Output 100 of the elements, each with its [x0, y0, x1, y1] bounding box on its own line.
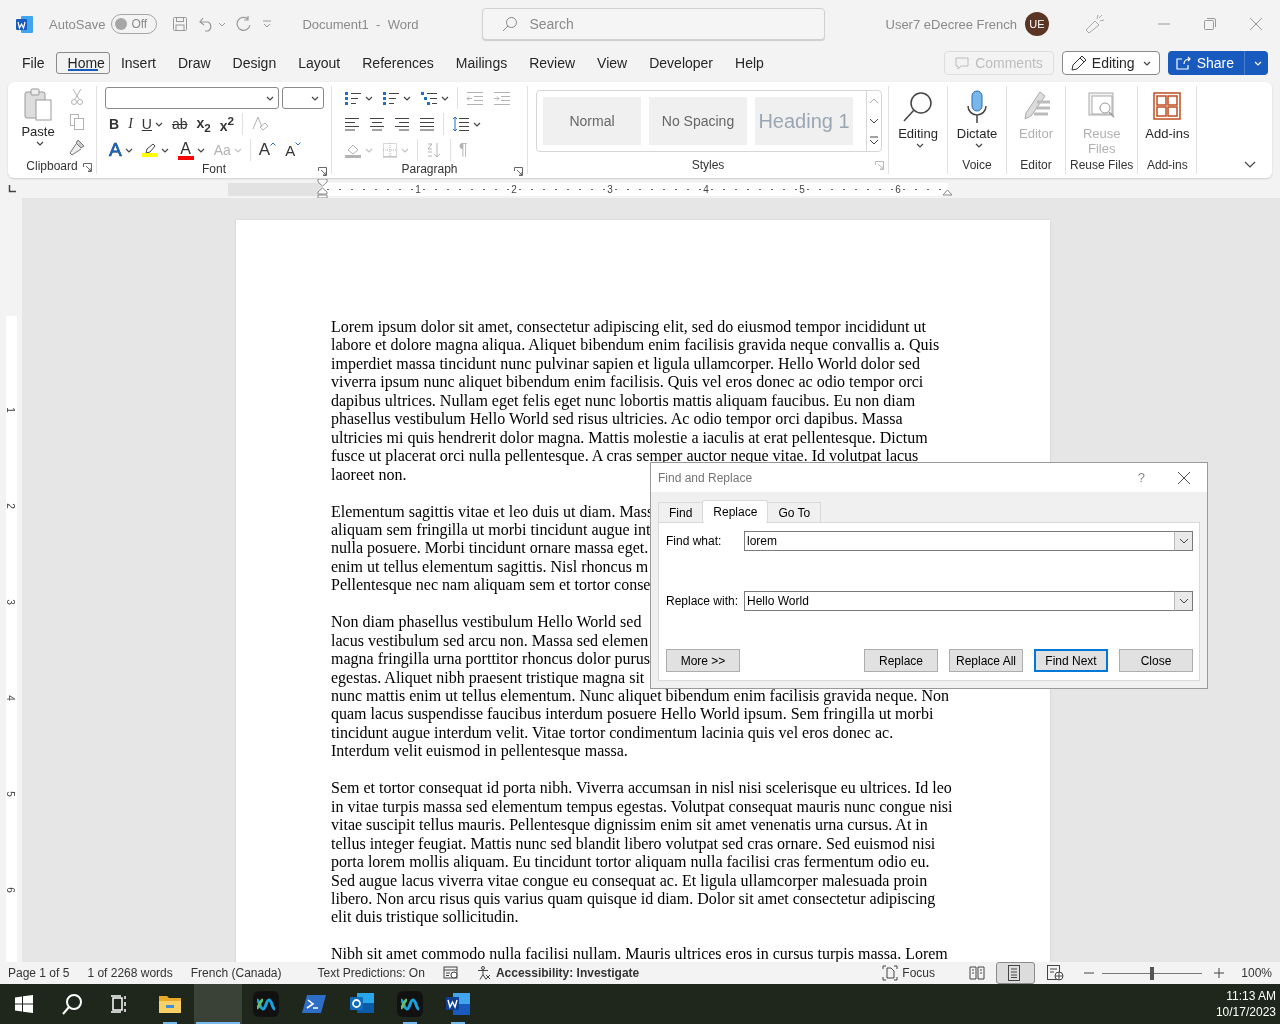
share-button[interactable]: Share [1167, 51, 1268, 75]
text-line: Lorem ipsum dolor sit amet, consectetur adipiscing elit, sed do eiusmod tempor incididunt ut [331, 318, 926, 337]
bold-button[interactable]: B [105, 112, 124, 136]
group-label: Voice [962, 158, 992, 172]
help-button[interactable]: ? [1137, 470, 1145, 485]
text-line: elit duis tristique sollicitudin. [331, 908, 519, 927]
add-ins-button[interactable]: Add-ins [1139, 86, 1196, 156]
autosave-label: AutoSave [49, 16, 106, 32]
dialog-tab[interactable]: Find [658, 502, 704, 522]
menu-tab[interactable]: View [586, 48, 639, 78]
group-label: Paragraph [401, 162, 458, 176]
text-line: Pellentesque nec nam aliquam sem et tortor conse [331, 576, 651, 595]
zoom-level[interactable]: 100% [1240, 966, 1272, 980]
search-field[interactable]: Search [482, 8, 826, 40]
ruler-number: 1 [414, 183, 422, 195]
dialog-button[interactable]: Close [1119, 649, 1193, 672]
text-line: tincidunt augue interdum velit. Vitae tortor condimentum lacinia quis vel eros donec ac. [331, 723, 894, 743]
clock[interactable]: 11:13 AM 10/17/2023 [1215, 988, 1280, 1020]
word-count[interactable]: 1 of 2268 words [87, 966, 173, 980]
dialog-button[interactable]: More >> [666, 649, 740, 672]
dialog-tab[interactable]: Replace [702, 500, 769, 523]
ruler-number: 4 [702, 183, 710, 195]
italic-button[interactable]: I [124, 112, 137, 136]
text-line: tellus integer feugiat. Mattis nunc sed blandit libero volutpat sed cras ornare. Sed euismod nisi [331, 834, 936, 854]
group-label: Reuse Files [1070, 158, 1134, 172]
editing-mode-button[interactable]: Editing [1061, 51, 1160, 75]
clock-time: 11:13 AM [1226, 988, 1276, 1004]
text-line: nulla posuere. Morbi tincidunt ornare massa eget. [331, 539, 649, 558]
page-count[interactable]: Page 1 of 5 [8, 966, 70, 980]
dictate-button[interactable]: Dictate [949, 86, 1005, 156]
group-label: Add-ins [1147, 158, 1188, 172]
focus-button[interactable]: Focus [882, 965, 935, 981]
menu-tab[interactable]: Review [518, 48, 587, 78]
clock-date: 10/17/2023 [1215, 1004, 1276, 1020]
text-line: vitae suscipit tellus mauris. Pellentesque dignissim enim sit amet venenatis urna cursus. At in [331, 816, 928, 835]
group-label: Styles [691, 158, 725, 172]
dialog-button[interactable]: Replace All [949, 649, 1023, 672]
accessibility-status[interactable]: Accessibility: Investigate [476, 966, 640, 980]
text-predictions-status[interactable]: Text Predictions: On [317, 966, 425, 980]
text-line: in vitae turpis massa sed elementum tempus egestas. Volutpat consequat mauris nunc congue nisi [331, 797, 953, 817]
document-title: Document1 - Word [302, 16, 420, 32]
superscript-button[interactable]: x$^{2}$ [215, 112, 239, 136]
text-line: labore et dolore magna aliqua. Aliquet bibendum enim facilisis gravida neque convallis a. Quis [331, 336, 940, 355]
text-line: phasellus vestibulum Hello World sed risus ultricies. Ac odio tempor orci dapibus. Massa [331, 410, 903, 429]
text-line: aliquam sem fringilla ut morbi tincidunt augue int [331, 520, 651, 540]
style-option[interactable]: Normal [543, 97, 641, 145]
dialog-tab[interactable]: Go To [767, 502, 822, 522]
strikethrough-button[interactable]: ab [167, 112, 192, 136]
language-indicator[interactable]: French (Canada) [190, 966, 282, 980]
paste-button[interactable]: Paste [18, 86, 58, 158]
text-line: libero. Non arcu risus quis varius quam quisque id diam. Dolor sit amet consectetur adipiscing [331, 890, 936, 909]
dialog-button[interactable]: Replace [864, 649, 938, 672]
text-line: laoreet non. [331, 465, 407, 485]
text-line: dapibus ultrices. Nullam eget felis eget nunc lobortis mattis aliquam faucibus. Eu non diam [331, 391, 916, 411]
menu-tab[interactable]: Layout [287, 48, 352, 78]
menu-tab[interactable]: Mailings [444, 48, 519, 78]
shrink-font-button[interactable]: A [281, 138, 306, 162]
text-line: Sed augue lacus viverra vitae congue eu consequat ac. Et ligula ullamcorper malesuada proin [331, 871, 928, 890]
text-effects-button[interactable]: A [105, 138, 137, 162]
subscript-button[interactable]: x$_{2}$ [192, 112, 215, 136]
ruler-number: 4 [4, 695, 18, 701]
menu-tab[interactable]: Insert [109, 48, 167, 78]
ruler-number: 2 [510, 183, 518, 195]
menu-tab[interactable]: File [11, 48, 56, 78]
text-line: quam lacus suspendisse faucibus interdum posuere Hello World ipsum. Sem fringilla ut morbi [331, 705, 934, 724]
find-field[interactable]: lorem [744, 531, 1174, 551]
text-line: Nibh sit amet commodo nulla facilisi nullam. Mauris ultrices eros in cursus turpis massa. Lorem [331, 945, 948, 962]
font-color-button[interactable]: A [173, 138, 209, 162]
menu-tab[interactable]: References [351, 48, 445, 78]
user-name: User7 eDecree French [885, 16, 1017, 32]
text-line: imperdiet massa tincidunt nunc pulvinar sapien et ligula ullamcorper. Hello World dolor sed [331, 354, 920, 374]
style-option[interactable]: No Spacing [649, 97, 747, 145]
text-line: porta lorem mollis aliquam. Eu tincidunt tortor aliquam nulla facilisi cras fermentum odio eu. [331, 853, 930, 872]
menu-tab[interactable]: Home [55, 52, 110, 74]
text-line: magna fringilla urna porttitor rhoncus dolor purus [331, 650, 651, 669]
ruler-number: 1 [4, 407, 18, 413]
menu-tab[interactable]: Help [724, 48, 775, 78]
text-line: egestas. Aliquet nibh praesent tristique magna sit [331, 668, 645, 688]
group-label: Clipboard [26, 159, 78, 173]
user-avatar[interactable]: UE [1025, 12, 1049, 36]
menu-tab[interactable]: Design [221, 48, 288, 78]
field-label: Replace with: [666, 594, 740, 608]
text-line: nunc mattis enim ut tellus elementum. Nunc aliquet bibendum enim facilisis gravida neque. Non [331, 687, 950, 706]
group-label: Font [202, 162, 226, 176]
underline-button[interactable]: U [137, 112, 167, 136]
menu-tab[interactable]: Developer [638, 48, 725, 78]
dialog-title: Find and Replace [658, 470, 753, 485]
replace-field[interactable]: Hello World [744, 591, 1174, 611]
text-line: fusce ut placerat orci nulla pellentesque. A cras semper auctor neque vitae. Id volutpat lacus [331, 447, 919, 466]
ruler-number: 5 [798, 183, 806, 195]
ruler-number: 3 [4, 599, 18, 605]
grow-font-button[interactable]: A [254, 138, 281, 162]
dialog-button[interactable]: Find Next [1034, 649, 1108, 672]
menu-tab[interactable]: Draw [166, 48, 222, 78]
text-line: Non diam phasellus vestibulum Hello World sed [331, 613, 642, 632]
text-line: ultricies mi quis hendrerit dolor magna. Mattis molestie a iaculis at erat pellentesque. Dictum [331, 428, 928, 448]
ruler-number: 6 [4, 887, 18, 893]
editing-button[interactable]: Editing [890, 86, 946, 156]
text-line: enim ut tellus elementum sagittis. Nisl rhoncus m [331, 557, 649, 577]
text-line: viverra ipsum nunc aliquet bibendum enim facilisis. Quis vel eros donec ac odio tempor orci [331, 373, 924, 392]
